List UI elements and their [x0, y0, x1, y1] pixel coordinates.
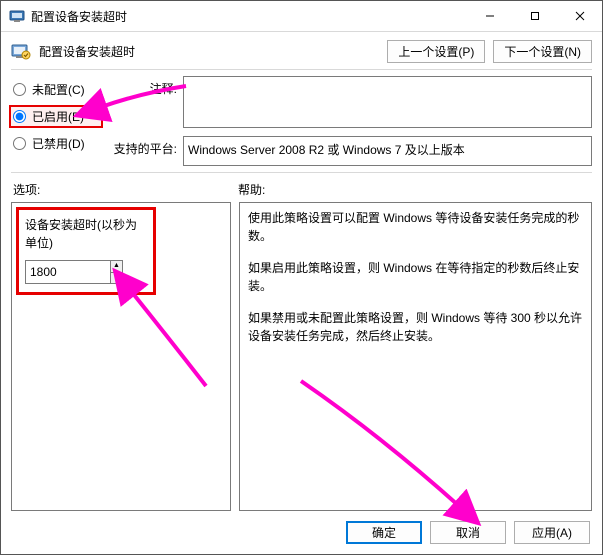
radio-disabled-input[interactable]	[13, 137, 26, 150]
next-setting-button[interactable]: 下一个设置(N)	[493, 40, 592, 63]
ok-button[interactable]: 确定	[346, 521, 422, 544]
app-icon	[9, 8, 25, 24]
help-text-2: 如果启用此策略设置，则 Windows 在等待指定的秒数后终止安装。	[248, 259, 583, 295]
lower-area: 设备安装超时(以秒为单位) ▲ ▼ 使用此策略设置可以配置 Windows 等待…	[1, 202, 602, 511]
radio-disabled-label: 已禁用(D)	[32, 135, 85, 152]
policy-icon	[11, 43, 31, 61]
help-text-3: 如果禁用或未配置此策略设置，则 Windows 等待 300 秒以允许设备安装任…	[248, 309, 583, 345]
timeout-input[interactable]	[26, 261, 110, 283]
platform-text: Windows Server 2008 R2 或 Windows 7 及以上版本	[183, 136, 592, 166]
titlebar: 配置设备安装超时	[1, 1, 602, 32]
subheader-title: 配置设备安装超时	[39, 43, 135, 60]
close-button[interactable]	[557, 1, 602, 31]
radio-not-configured[interactable]: 未配置(C)	[11, 80, 101, 99]
comment-textarea[interactable]	[183, 76, 592, 128]
help-panel: 使用此策略设置可以配置 Windows 等待设备安装任务完成的秒数。 如果启用此…	[239, 202, 592, 511]
previous-setting-button[interactable]: 上一个设置(P)	[387, 40, 485, 63]
radio-enabled-input[interactable]	[13, 110, 26, 123]
help-text-1: 使用此策略设置可以配置 Windows 等待设备安装任务完成的秒数。	[248, 209, 583, 245]
bottom-bar: 确定 取消 应用(A)	[1, 511, 602, 554]
cancel-button[interactable]: 取消	[430, 521, 506, 544]
radio-not-configured-input[interactable]	[13, 83, 26, 96]
platform-label: 支持的平台:	[107, 136, 177, 157]
help-header: 帮助:	[238, 181, 590, 198]
spin-up-button[interactable]: ▲	[111, 261, 122, 273]
radio-not-configured-label: 未配置(C)	[32, 81, 85, 98]
radio-enabled-label: 已启用(E)	[32, 108, 84, 125]
subheader: 配置设备安装超时 上一个设置(P) 下一个设置(N)	[1, 32, 602, 69]
spin-down-button[interactable]: ▼	[111, 273, 122, 284]
maximize-button[interactable]	[512, 1, 557, 31]
minimize-button[interactable]	[467, 1, 512, 31]
lower-headers: 选项: 帮助:	[1, 173, 602, 202]
apply-button[interactable]: 应用(A)	[514, 521, 590, 544]
dialog-window: 配置设备安装超时 配置设备安装超时 上一	[0, 0, 603, 555]
options-panel: 设备安装超时(以秒为单位) ▲ ▼	[11, 202, 231, 511]
timeout-spinbox[interactable]: ▲ ▼	[25, 260, 123, 284]
radio-enabled[interactable]: 已启用(E)	[11, 107, 101, 126]
options-header: 选项:	[13, 181, 238, 198]
config-area: 未配置(C) 已启用(E) 已禁用(D) 注释: 支持的平台: Windows …	[1, 70, 602, 172]
option-group-highlight: 设备安装超时(以秒为单位) ▲ ▼	[16, 207, 156, 295]
comment-label: 注释:	[107, 76, 177, 97]
option-label: 设备安装超时(以秒为单位)	[25, 216, 147, 252]
window-title: 配置设备安装超时	[31, 8, 127, 25]
radio-disabled[interactable]: 已禁用(D)	[11, 134, 101, 153]
